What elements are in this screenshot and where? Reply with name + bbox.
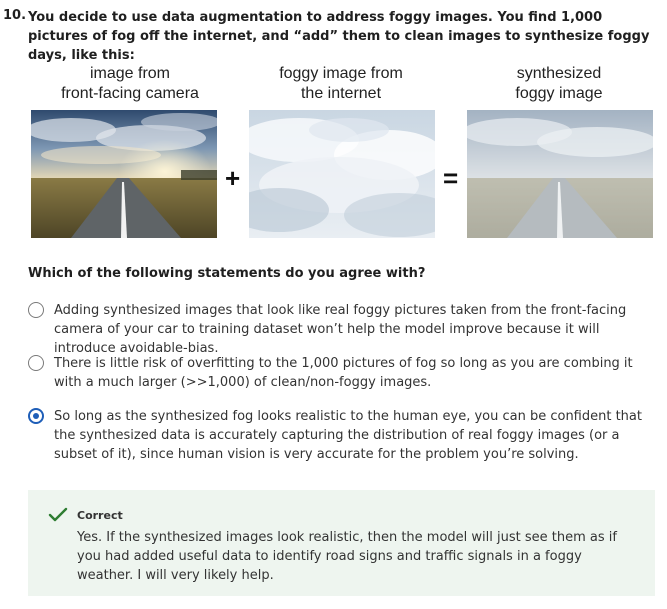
radio-option-1[interactable] [28,302,44,318]
caption-fog-line2: the internet [300,85,382,102]
question-text: You decide to use data augmentation to a… [28,10,650,63]
fog-image [249,110,435,238]
synthesized-image [467,110,653,238]
check-icon [48,507,68,527]
caption-camera: image from front-facing camera [30,64,230,104]
caption-synth-line2: foggy image [515,85,603,102]
question-number: 10. [3,8,27,23]
option-2-text: There is little risk of overfitting to t… [54,356,633,390]
radio-option-2[interactable] [28,355,44,371]
feedback-panel: Correct Yes. If the synthesized images l… [28,490,655,596]
caption-synth-line1: synthesized [516,65,602,82]
feedback-text: Yes. If the synthesized images look real… [77,530,617,583]
caption-camera-line2: front-facing camera [61,85,199,102]
caption-camera-line1: image from [89,65,171,82]
feedback-status: Correct [77,509,123,522]
option-3-text: So long as the synthesized fog looks rea… [54,409,642,462]
option-1-text: Adding synthesized images that look like… [54,303,627,356]
caption-fog: foggy image from the internet [241,64,441,104]
road-image [31,110,217,238]
caption-synth: synthesized foggy image [459,64,659,104]
plus-sign: + [225,163,241,193]
equals-sign: = [443,163,459,193]
caption-fog-line1: foggy image from [279,65,403,82]
question-prompt: Which of the following statements do you… [28,266,426,281]
radio-option-3-selected[interactable] [28,408,44,424]
